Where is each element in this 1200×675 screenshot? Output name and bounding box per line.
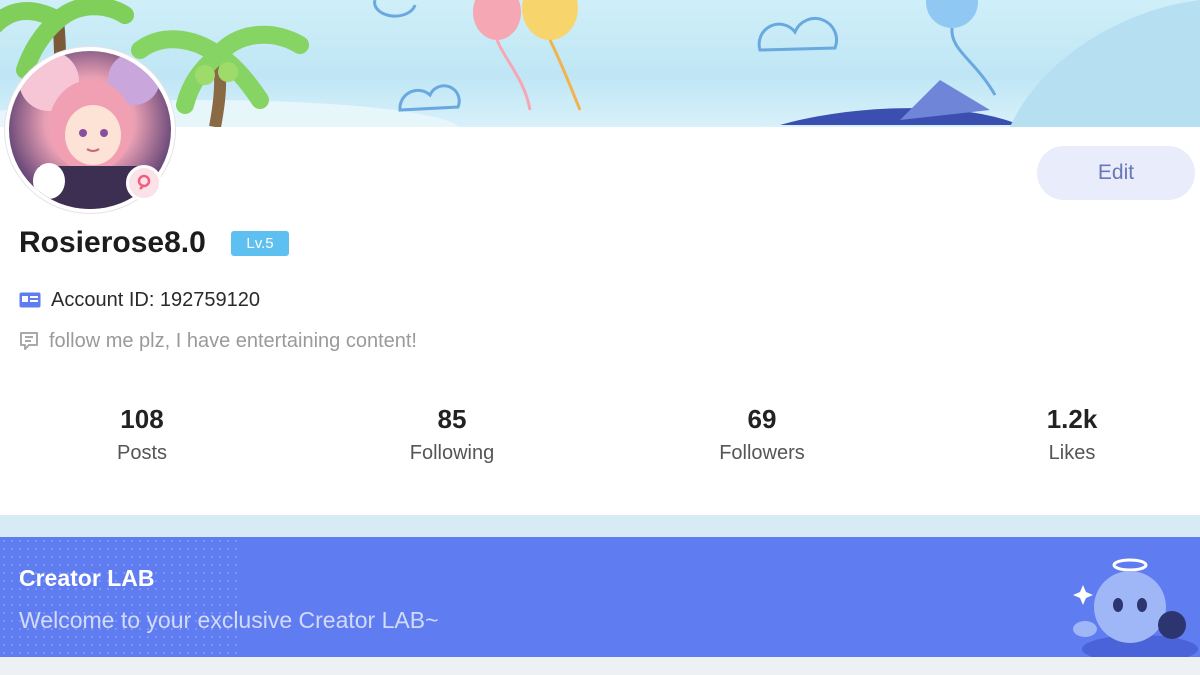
stat-label: Following [409,442,495,464]
stat-value: 1.2k [1046,404,1098,434]
bio-text: follow me plz, I have entertaining conte… [49,329,417,352]
profile-banner [0,0,1200,127]
stat-value: 108 [120,404,164,434]
creator-lab-subtitle: Welcome to your exclusive Creator LAB~ [19,607,439,633]
stat-followers[interactable]: 69 Followers [662,402,862,465]
bio-row: follow me plz, I have entertaining conte… [19,328,417,354]
edit-profile-button[interactable]: Edit [1037,146,1195,200]
mascot-icon [1073,558,1198,657]
dot-pattern [0,537,240,657]
stat-likes[interactable]: 1.2k Likes [972,402,1172,465]
stat-label: Likes [1048,442,1096,464]
female-icon [126,165,162,201]
account-id-text: Account ID: 192759120 [51,288,261,311]
username: Rosierose8.0 [19,226,206,259]
account-id-row: Account ID: 192759120 [19,287,260,313]
level-badge: Lv.5 [231,231,289,256]
stat-label: Followers [719,442,805,464]
stat-value: 69 [747,404,777,434]
stat-label: Posts [116,442,168,464]
comment-icon [20,332,38,350]
creator-lab-title: Creator LAB [19,565,155,591]
id-card-icon [19,292,41,308]
banner-illustration [0,0,1200,127]
stat-following[interactable]: 85 Following [352,402,552,465]
stat-posts[interactable]: 108 Posts [42,402,242,465]
bottom-strip [0,657,1200,675]
creator-lab-banner[interactable]: Creator LAB Welcome to your exclusive Cr… [0,537,1200,657]
stat-value: 85 [437,404,467,434]
section-divider [0,515,1200,537]
